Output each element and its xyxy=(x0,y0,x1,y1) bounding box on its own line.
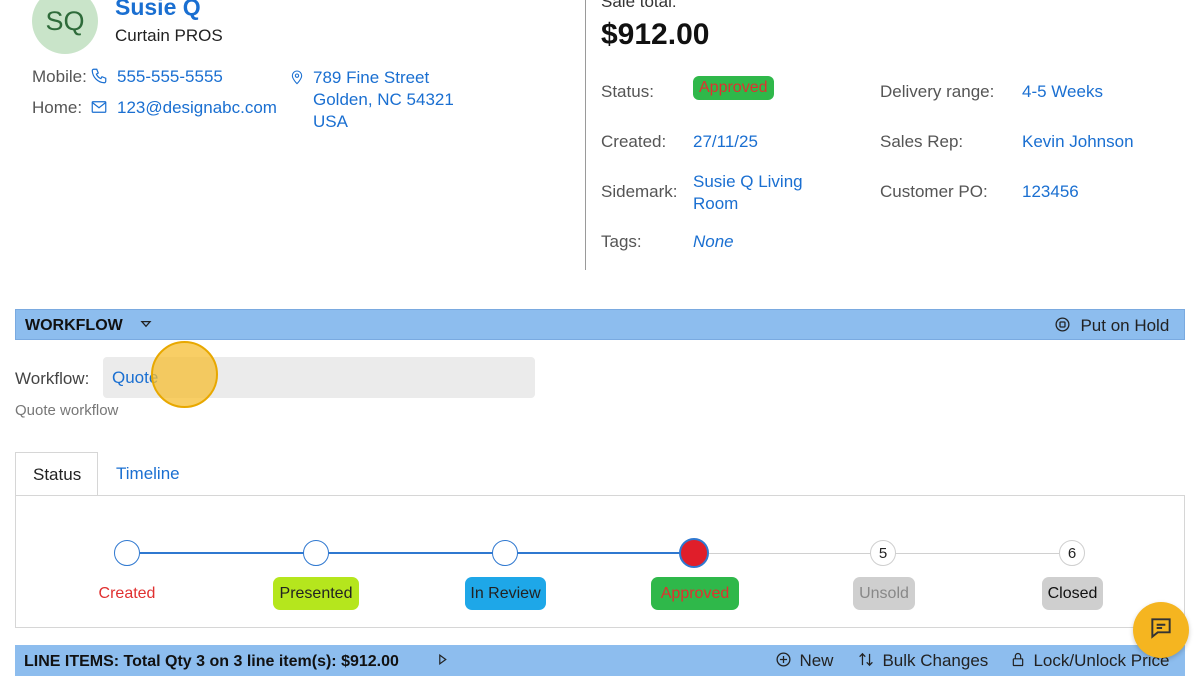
created-value[interactable]: 27/11/25 xyxy=(693,132,758,152)
tags-label: Tags: xyxy=(601,232,642,251)
header-divider xyxy=(585,0,586,270)
progress-line-complete xyxy=(140,552,695,554)
customer-name[interactable]: Susie Q xyxy=(115,0,201,21)
email-link[interactable]: 123@designabc.com xyxy=(117,98,277,118)
step-marker-unsold: 5 xyxy=(870,540,896,566)
step-marker-approved xyxy=(679,538,709,568)
chat-button[interactable] xyxy=(1133,602,1189,658)
line-items-section-bar: LINE ITEMS: Total Qty 3 on 3 line item(s… xyxy=(15,645,1185,676)
chevron-right-icon[interactable] xyxy=(436,653,449,671)
sales-rep-label: Sales Rep: xyxy=(880,132,964,151)
sale-total-label: Sale total: xyxy=(601,0,677,11)
customer-po-label: Customer PO: xyxy=(880,182,988,201)
customer-po-value[interactable]: 123456 xyxy=(1022,182,1079,202)
sale-total-value: $912.00 xyxy=(601,18,710,51)
step-label-closed: Closed xyxy=(1042,577,1103,610)
sidemark-label: Sidemark: xyxy=(601,182,678,201)
address-line-2: Golden, NC 54321 xyxy=(313,90,454,109)
map-pin-icon xyxy=(289,68,305,91)
sidemark-value[interactable]: Susie Q Living Room xyxy=(693,171,803,215)
workflow-section-bar: WORKFLOW Put on Hold xyxy=(15,309,1185,340)
tab-status[interactable]: Status xyxy=(15,452,98,496)
tab-timeline[interactable]: Timeline xyxy=(116,464,180,484)
status-badge: Approved xyxy=(693,76,774,100)
customer-company: Curtain PROS xyxy=(115,26,223,45)
step-label-in-review: In Review xyxy=(465,577,546,610)
put-on-hold-label: Put on Hold xyxy=(1080,316,1170,336)
mobile-label: Mobile: xyxy=(32,67,87,86)
tags-value[interactable]: None xyxy=(693,232,734,252)
step-marker-presented xyxy=(303,540,329,566)
step-label-presented: Presented xyxy=(273,577,359,610)
address-line-3: USA xyxy=(313,112,348,131)
workflow-section-title[interactable]: WORKFLOW xyxy=(25,317,123,335)
address-line-1: 789 Fine Street xyxy=(313,68,430,87)
sidemark-line-1: Susie Q Living xyxy=(693,172,803,191)
step-marker-in-review xyxy=(492,540,518,566)
delivery-range-label: Delivery range: xyxy=(880,82,995,101)
tab-status-label: Status xyxy=(33,465,82,484)
created-label: Created: xyxy=(601,132,667,151)
sidemark-line-2: Room xyxy=(693,194,739,213)
new-label: New xyxy=(799,651,834,671)
status-label: Status: xyxy=(601,82,654,101)
step-label-approved: Approved xyxy=(651,577,739,610)
mobile-phone-link[interactable]: 555-555-5555 xyxy=(117,67,223,87)
step-label-unsold: Unsold xyxy=(853,577,915,610)
workflow-help-text: Quote workflow xyxy=(15,402,119,419)
put-on-hold-button[interactable]: Put on Hold xyxy=(1054,316,1169,338)
step-marker-closed: 6 xyxy=(1059,540,1085,566)
step-label-created: Created xyxy=(98,584,156,602)
home-label: Home: xyxy=(32,98,83,117)
step-marker-created xyxy=(114,540,140,566)
delivery-range-value[interactable]: 4-5 Weeks xyxy=(1022,82,1103,102)
sales-rep-value[interactable]: Kevin Johnson xyxy=(1022,132,1134,152)
mail-icon xyxy=(90,98,108,121)
click-indicator xyxy=(151,341,218,408)
address-link[interactable]: 789 Fine Street Golden, NC 54321 USA xyxy=(313,67,454,133)
chevron-down-icon[interactable] xyxy=(139,317,153,336)
workflow-field-label: Workflow: xyxy=(15,369,90,388)
avatar: SQ xyxy=(32,0,98,54)
pause-circle-icon xyxy=(1054,316,1071,338)
chat-icon xyxy=(1148,615,1174,646)
line-items-title[interactable]: LINE ITEMS: Total Qty 3 on 3 line item(s… xyxy=(24,653,399,671)
status-tab-panel xyxy=(15,495,1185,628)
bulk-changes-label: Bulk Changes xyxy=(882,651,989,671)
phone-icon xyxy=(90,67,108,90)
